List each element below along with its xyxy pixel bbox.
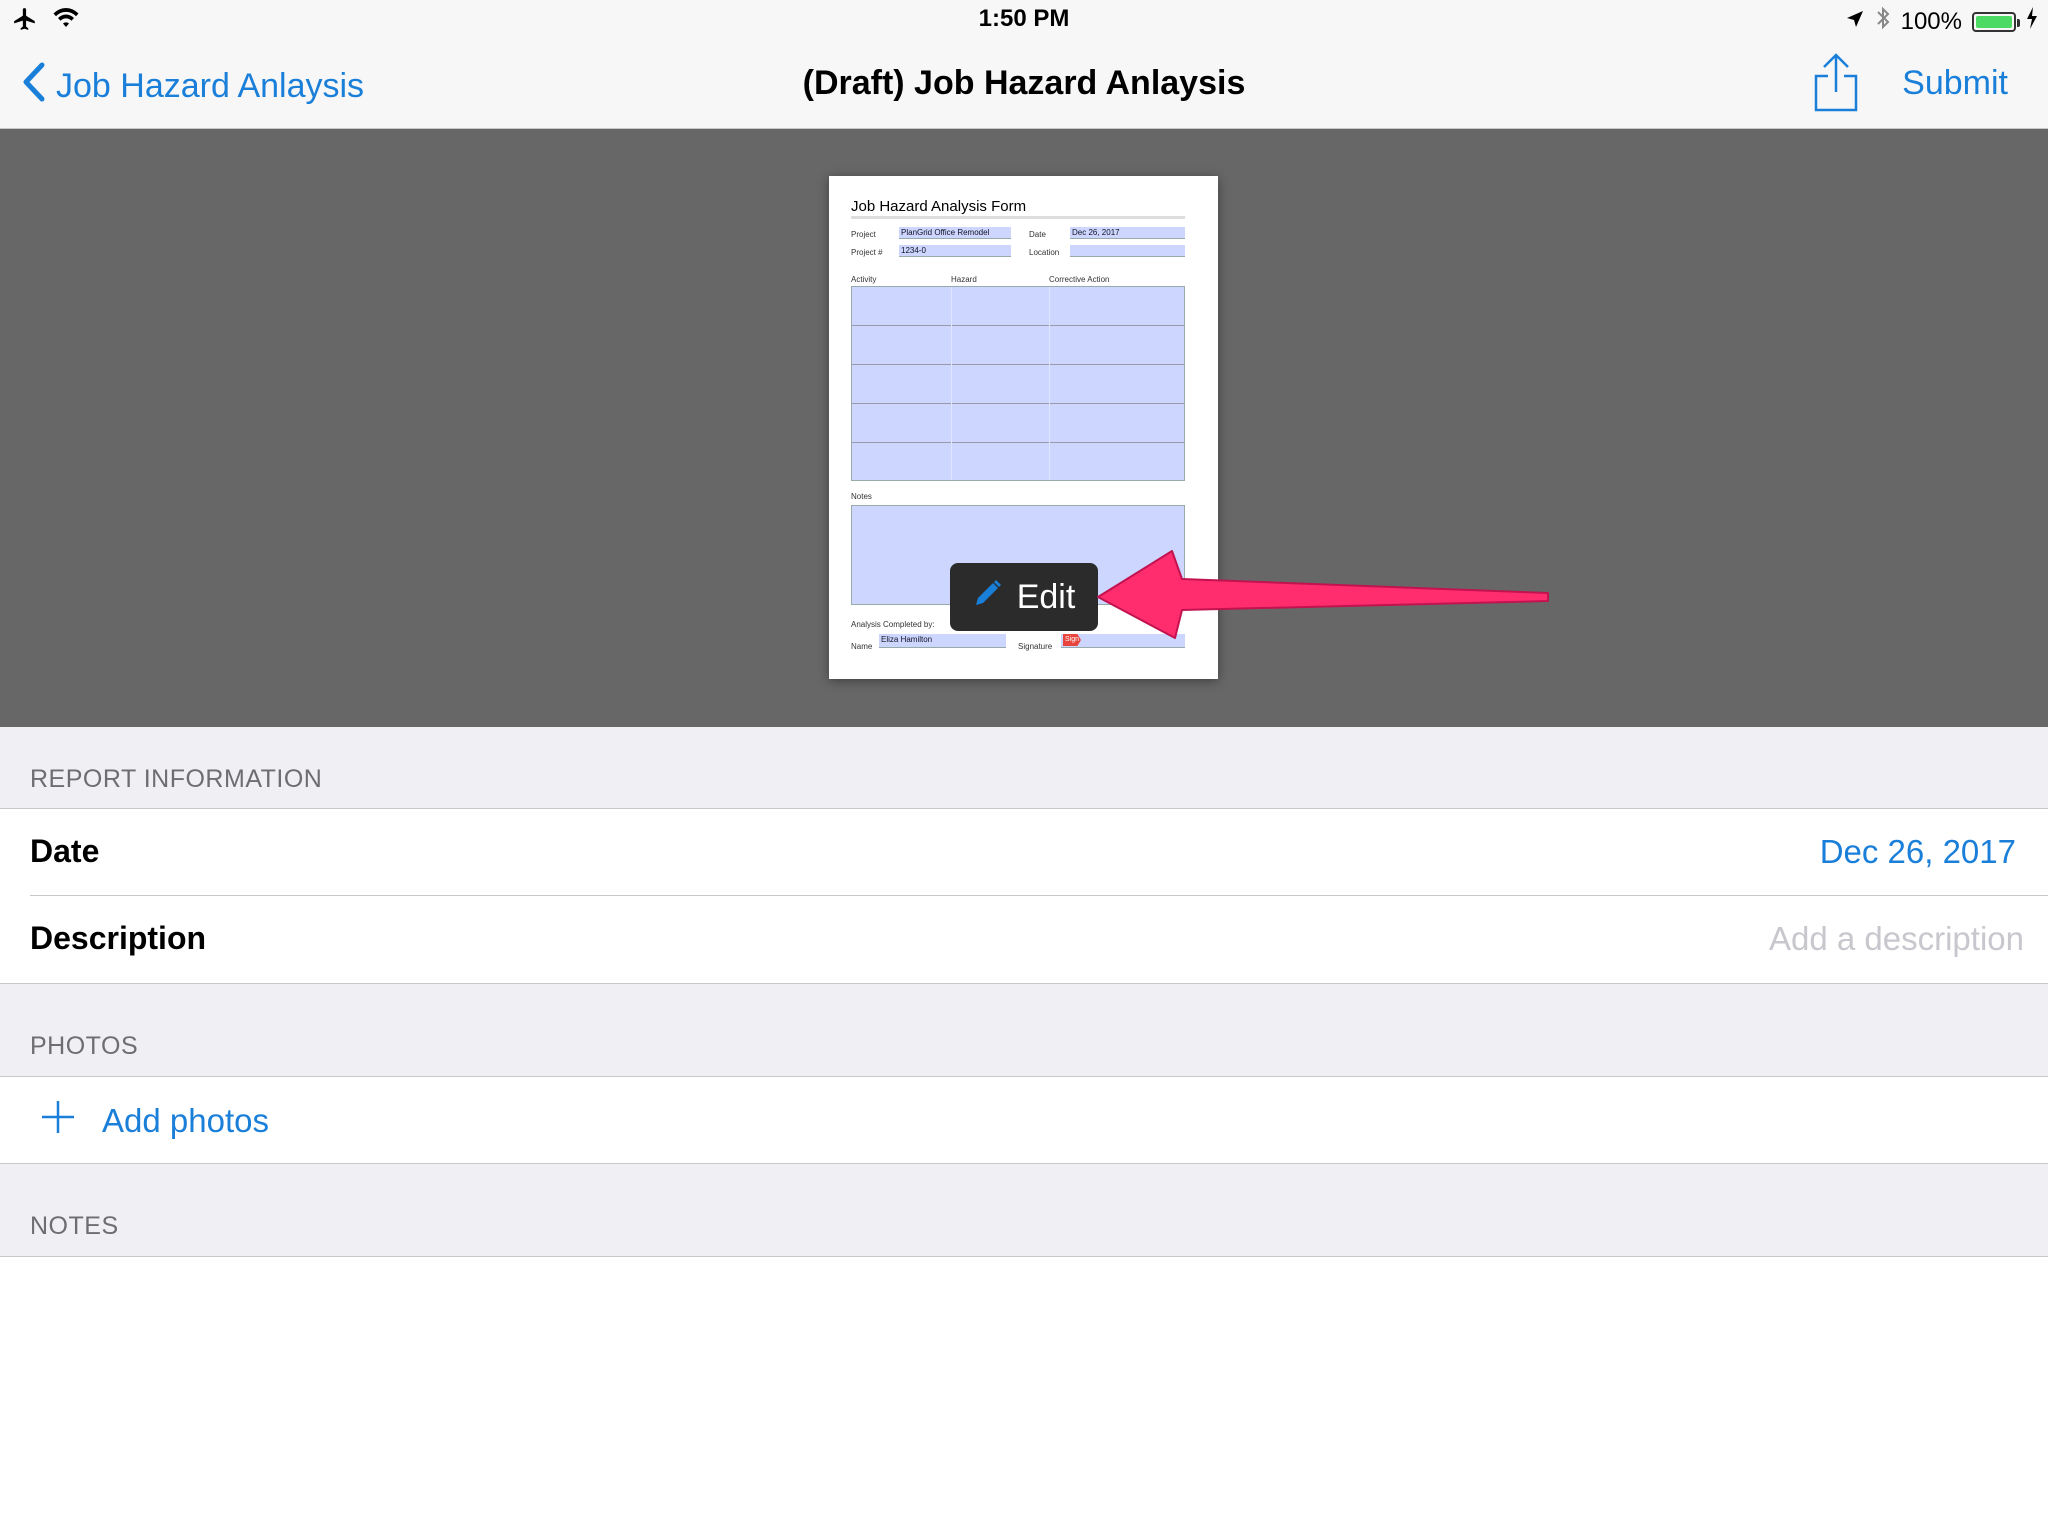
photos-header: PHOTOS: [0, 984, 2048, 1077]
project-field: PlanGrid Office Remodel: [899, 227, 1011, 239]
date-field: Dec 26, 2017: [1070, 227, 1185, 239]
date-row[interactable]: Date Dec 26, 2017: [0, 809, 2048, 896]
project-number-label: Project #: [851, 248, 883, 257]
form-preview-area: Job Hazard Analysis Form Project PlanGri…: [0, 129, 2048, 727]
status-bar: 1:50 PM 100%: [0, 0, 2048, 40]
battery-percent: 100%: [1900, 7, 1962, 35]
back-button-label: Job Hazard Anlaysis: [56, 67, 365, 105]
form-title: Job Hazard Analysis Form: [851, 198, 1027, 215]
completed-by-label: Analysis Completed by:: [851, 620, 935, 629]
name-field: Eliza Hamilton: [879, 634, 1006, 648]
activity-header: Activity: [851, 275, 877, 284]
sign-tag: Sign: [1063, 634, 1081, 646]
plus-icon: [40, 1099, 76, 1143]
location-field: [1070, 245, 1185, 257]
report-information-header: REPORT INFORMATION: [0, 727, 2048, 809]
section-title: NOTES: [30, 1212, 119, 1240]
section-title: PHOTOS: [30, 1032, 139, 1060]
hazard-header: Hazard: [951, 275, 977, 284]
notes-label: Notes: [851, 492, 872, 501]
description-row-label: Description: [30, 920, 207, 956]
project-number-field: 1234-0: [899, 245, 1011, 257]
description-input[interactable]: Add a description: [1769, 920, 2024, 958]
signature-label: Signature: [1018, 642, 1053, 651]
share-button[interactable]: [1812, 52, 1860, 119]
divider: [851, 216, 1185, 219]
table-col-line: [951, 287, 952, 480]
table-row-line: [852, 325, 1184, 326]
section-title: REPORT INFORMATION: [30, 765, 323, 793]
hazard-table: [851, 286, 1185, 481]
name-label: Name: [851, 642, 873, 651]
notes-header: NOTES: [0, 1164, 2048, 1257]
date-label: Date: [1029, 230, 1046, 239]
share-icon: [1812, 53, 1860, 118]
corrective-action-header: Corrective Action: [1049, 275, 1110, 284]
navigation-bar: Job Hazard Anlaysis (Draft) Job Hazard A…: [0, 40, 2048, 129]
submit-button[interactable]: Submit: [1902, 64, 2008, 103]
project-label: Project: [851, 230, 876, 239]
date-row-value[interactable]: Dec 26, 2017: [1820, 833, 2016, 871]
add-photos-label: Add photos: [102, 1102, 269, 1139]
status-time: 1:50 PM: [978, 5, 1070, 32]
back-button[interactable]: Job Hazard Anlaysis: [22, 62, 364, 111]
date-row-label: Date: [30, 833, 100, 869]
table-row-line: [852, 442, 1184, 443]
bluetooth-icon: [1875, 5, 1891, 38]
location-label: Location: [1029, 248, 1060, 257]
description-row[interactable]: Description Add a description: [0, 896, 2048, 983]
location-icon: [1845, 8, 1865, 36]
table-row-line: [852, 403, 1184, 404]
table-col-line: [1049, 287, 1050, 480]
table-row-line: [852, 364, 1184, 365]
notes-area[interactable]: [0, 1257, 2048, 1536]
edit-form-button[interactable]: Edit: [950, 563, 1098, 631]
battery-icon: [1972, 11, 2020, 32]
add-photos-button[interactable]: Add photos: [40, 1099, 269, 1143]
pencil-icon: [973, 578, 1003, 617]
add-photos-row[interactable]: Add photos: [0, 1077, 2048, 1163]
edit-label: Edit: [1016, 577, 1076, 616]
charging-icon: [2026, 7, 2038, 36]
chevron-left-icon: [22, 62, 46, 111]
